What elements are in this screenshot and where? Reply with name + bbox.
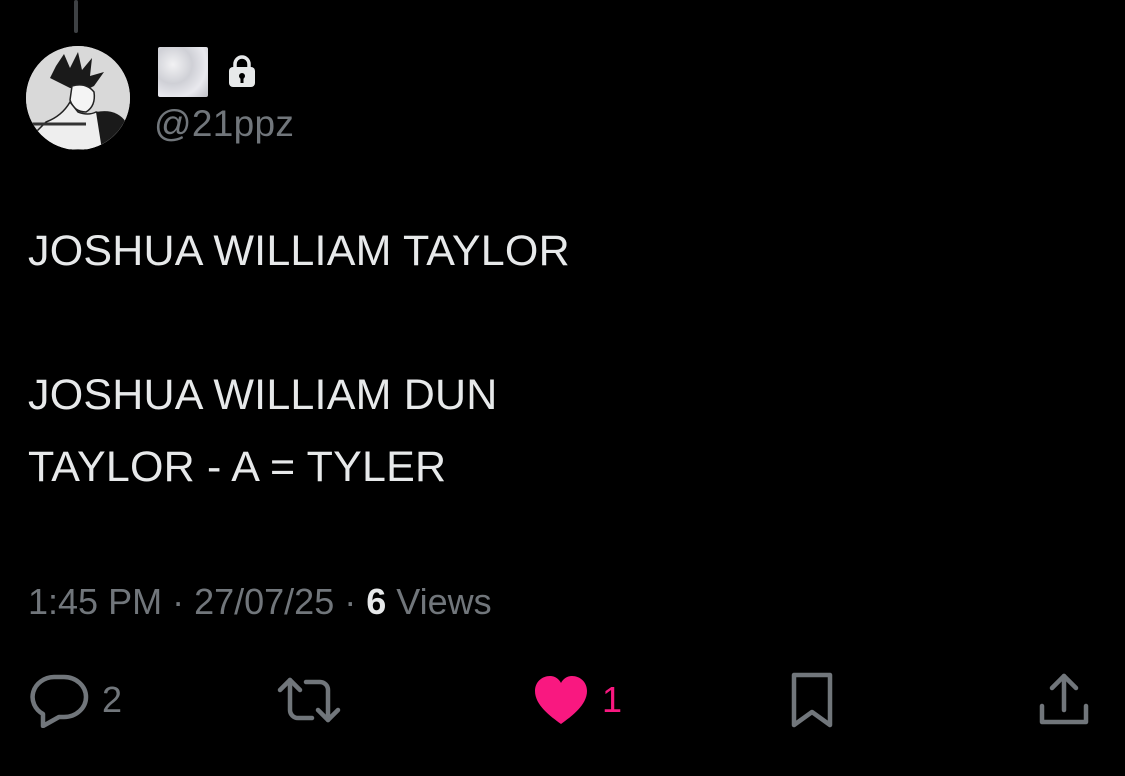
reply-button[interactable]: 2 xyxy=(28,668,122,732)
avatar-image xyxy=(26,46,130,150)
avatar[interactable] xyxy=(26,46,130,150)
tweet-metadata: 1:45 PM · 27/07/25 · 6 Views xyxy=(28,580,492,624)
user-handle[interactable]: @21ppz xyxy=(154,102,294,146)
tweet-text-line: TAYLOR - A = TYLER xyxy=(28,443,447,491)
like-count: 1 xyxy=(602,679,623,720)
tweet-date[interactable]: 27/07/25 xyxy=(194,581,334,622)
share-icon xyxy=(1039,673,1089,725)
tweet-text-line: JOSHUA WILLIAM TAYLOR xyxy=(28,227,570,275)
separator-dot: · xyxy=(344,581,367,622)
views-label: Views xyxy=(396,581,492,622)
tweet-time[interactable]: 1:45 PM xyxy=(28,581,162,622)
bookmark-button[interactable] xyxy=(790,668,834,732)
share-button[interactable] xyxy=(1038,668,1090,732)
reply-count: 2 xyxy=(102,679,123,720)
retweet-icon xyxy=(277,677,341,723)
retweet-button[interactable] xyxy=(276,668,342,732)
tweet-text-line: JOSHUA WILLIAM DUN xyxy=(28,371,498,419)
thread-connector-line xyxy=(74,0,78,33)
like-button[interactable]: 1 xyxy=(532,668,622,732)
heart-icon xyxy=(535,676,587,724)
separator-dot: · xyxy=(172,581,195,622)
bookmark-icon xyxy=(791,672,833,728)
display-name-image[interactable] xyxy=(158,47,208,97)
views-count: 6 xyxy=(366,581,387,622)
lock-icon xyxy=(229,55,255,87)
reply-icon xyxy=(30,674,89,728)
